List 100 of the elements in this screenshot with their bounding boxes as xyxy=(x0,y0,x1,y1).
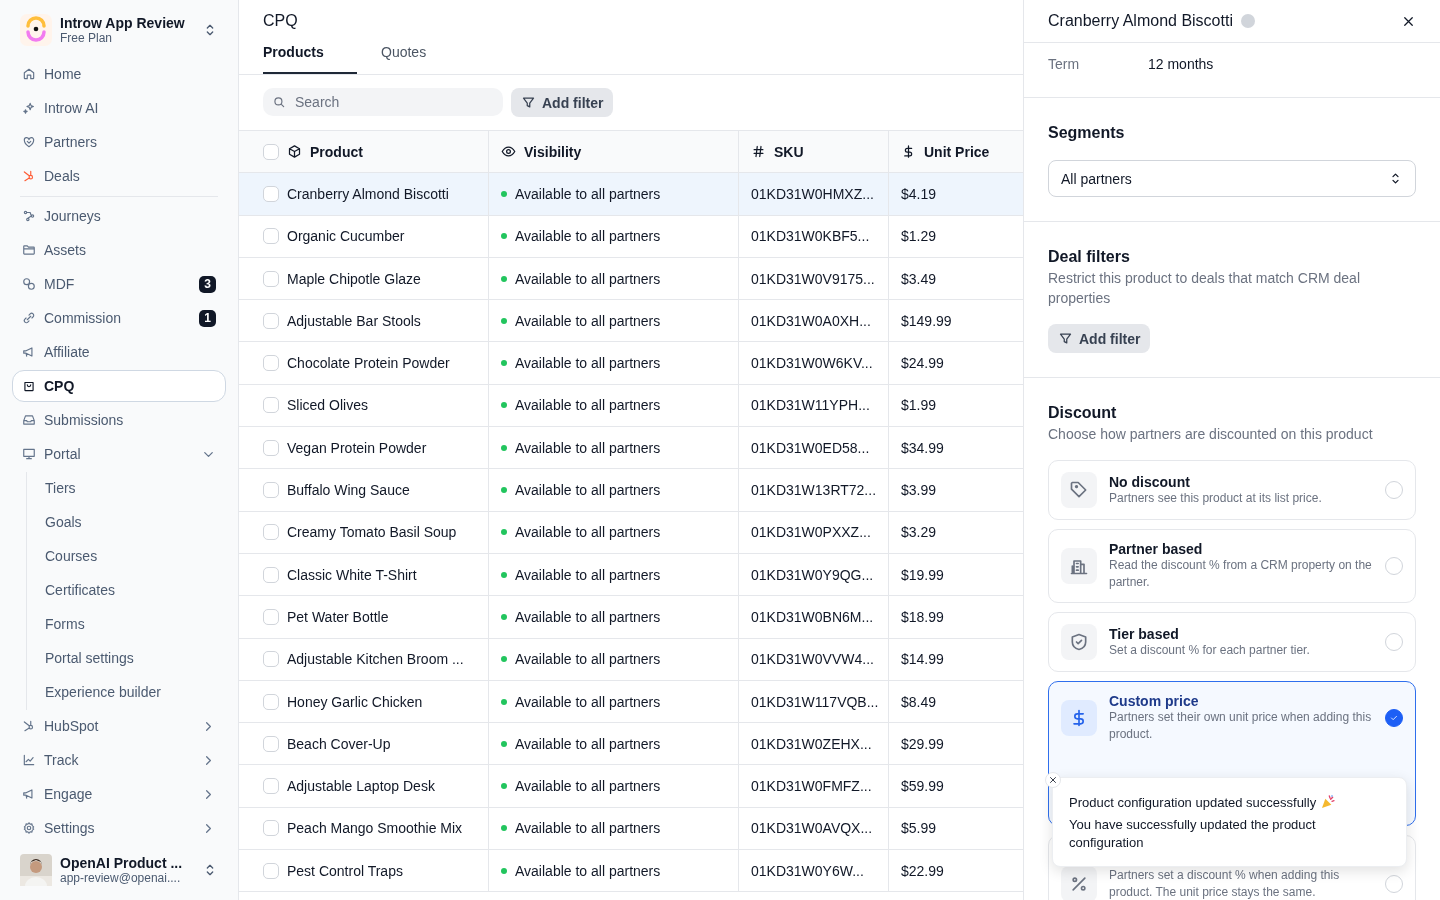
checkbox[interactable] xyxy=(263,228,279,245)
sidebar-item[interactable]: CPQ xyxy=(12,370,226,402)
checkbox[interactable] xyxy=(263,820,279,837)
checkbox[interactable] xyxy=(263,355,279,372)
checkbox[interactable] xyxy=(263,524,279,541)
tab[interactable]: Products xyxy=(263,44,357,74)
table-row[interactable]: Creamy Tomato Basil Soup Available to all partners 01KD31W0PXXZ... $3.29 xyxy=(239,511,1023,554)
checkbox[interactable] xyxy=(263,185,279,202)
sidebar-item[interactable]: MDF 3 xyxy=(12,268,226,300)
checkbox[interactable] xyxy=(263,312,279,329)
close-button[interactable] xyxy=(1045,772,1061,788)
sidebar-item[interactable]: Commission 1 xyxy=(12,302,226,334)
checkbox[interactable] xyxy=(263,735,279,752)
table-row[interactable]: Honey Garlic Chicken Available to all partners 01KD31W117VQB... $8.49 xyxy=(239,680,1023,724)
option-description: Partners set their own unit price when adding this product. xyxy=(1109,709,1373,743)
sku-text: 01KD31W13RT72... xyxy=(751,482,877,498)
sidebar-item[interactable]: Partners xyxy=(12,126,226,158)
table-row[interactable]: Beach Cover-Up Available to all partners 01KD31W0ZEHX... $29.99 xyxy=(239,723,1023,766)
coins-icon xyxy=(22,277,36,291)
sidebar-item[interactable]: Submissions xyxy=(12,404,226,436)
table-row[interactable]: Adjustable Laptop Desk Available to all partners 01KD31W0FMFZ... $59.99 xyxy=(239,765,1023,808)
sidebar-item[interactable]: Settings xyxy=(12,812,226,844)
sidebar-item[interactable]: Portal xyxy=(12,438,226,470)
table-row[interactable]: Classic White T-Shirt Available to all partners 01KD31W0Y9QG... $19.99 xyxy=(239,553,1023,597)
sidebar-item[interactable]: Courses xyxy=(31,540,226,572)
status-dot xyxy=(501,190,507,197)
price-text: $18.99 xyxy=(901,608,944,625)
logo-icon xyxy=(20,14,52,46)
product-name: Pet Water Bottle xyxy=(287,608,389,625)
checkbox[interactable] xyxy=(263,651,279,668)
checkbox[interactable] xyxy=(263,439,279,456)
checkbox[interactable] xyxy=(263,778,279,795)
sku-text: 01KD31W0KBF5... xyxy=(751,228,870,245)
tab[interactable]: Quotes xyxy=(381,44,451,74)
sku-text: 01KD31W0Y6W... xyxy=(751,862,864,879)
sidebar-item[interactable]: Certificates xyxy=(31,574,226,606)
sidebar-item[interactable]: Engage xyxy=(12,778,226,810)
sidebar-item-label: Journeys xyxy=(44,208,102,224)
table-row[interactable]: Pest Control Traps Available to all partners 01KD31W0Y6W... $22.99 xyxy=(239,850,1023,893)
price-text: $1.99 xyxy=(901,397,937,414)
checkbox[interactable] xyxy=(263,397,279,414)
product-name: Vegan Protein Powder xyxy=(287,439,427,456)
column-label: Product xyxy=(310,143,363,160)
sidebar-item[interactable]: Introw AI xyxy=(12,92,226,124)
table-row[interactable]: Organic Cucumber Available to all partners 01KD31W0KBF5... $1.29 xyxy=(239,215,1023,258)
table-row[interactable]: Vegan Protein Powder Available to all partners 01KD31W0ED58... $34.99 xyxy=(239,427,1023,470)
checkbox[interactable] xyxy=(263,270,279,287)
checkbox[interactable] xyxy=(263,143,279,160)
status-dot xyxy=(501,487,507,493)
discount-option[interactable]: No discount Partners see this product at its list price. xyxy=(1048,460,1416,520)
table-row[interactable]: Adjustable Bar Stools Available to all partners 01KD31W0A0XH... $149.99 xyxy=(239,300,1023,343)
status-dot xyxy=(501,360,507,367)
visibility-text: Available to all partners xyxy=(515,312,661,329)
sidebar-item[interactable]: Experience builder xyxy=(31,676,226,708)
sidebar-item-label: Settings xyxy=(44,820,96,836)
discount-option[interactable]: Tier based Set a discount % for each partner tier. xyxy=(1048,612,1416,672)
table-row[interactable]: Pet Water Bottle Available to all partners 01KD31W0BN6M... $18.99 xyxy=(239,596,1023,639)
checkbox[interactable] xyxy=(263,608,279,625)
table-row[interactable]: Adjustable Kitchen Broom ... Available to all partners 01KD31W0VVW4... $14.99 xyxy=(239,638,1023,681)
sidebar-item[interactable]: Affiliate xyxy=(12,336,226,368)
workspace-name: Introw App Review xyxy=(60,15,186,31)
status-dot xyxy=(501,698,507,705)
table-row[interactable]: Sliced Olives Available to all partners 01KD31W11YPH... $1.99 xyxy=(239,384,1023,428)
sidebar-item[interactable]: Portal settings xyxy=(31,642,226,674)
sidebar-item-label: Courses xyxy=(45,548,99,564)
sidebar-item-label: Track xyxy=(44,752,80,768)
option-title: No discount xyxy=(1109,473,1191,490)
sidebar-item[interactable]: Track xyxy=(12,744,226,776)
toast-title: Product configuration updated successfully xyxy=(1069,794,1317,810)
discount-option[interactable]: Partner based Read the discount % from a CRM property on the partner. xyxy=(1048,529,1416,603)
table-row[interactable]: Cranberry Almond Biscotti Available to all partners 01KD31W0HMXZ... $4.19 xyxy=(239,173,1023,216)
sidebar-item[interactable]: Journeys xyxy=(12,200,226,232)
checkbox[interactable] xyxy=(263,566,279,583)
segments-select[interactable]: All partners xyxy=(1048,160,1416,197)
product-name: Creamy Tomato Basil Soup xyxy=(287,524,457,541)
sidebar-item[interactable]: Assets xyxy=(12,234,226,266)
table-row[interactable]: Peach Mango Smoothie Mix Available to all partners 01KD31W0AVQX... $5.99 xyxy=(239,807,1023,851)
table-row[interactable]: Chocolate Protein Powder Available to all partners 01KD31W0W6KV... $24.99 xyxy=(239,342,1023,385)
sidebar-item[interactable]: HubSpot xyxy=(12,710,226,742)
column-label: Unit Price xyxy=(924,143,990,160)
sidebar-item[interactable]: Tiers xyxy=(31,472,226,504)
sidebar-item[interactable]: Home xyxy=(12,58,226,90)
table-row[interactable]: Maple Chipotle Glaze Available to all partners 01KD31W0V9175... $3.49 xyxy=(239,257,1023,301)
sidebar-item[interactable]: Deals xyxy=(12,160,226,192)
add-filter-button[interactable]: Add filter xyxy=(1048,324,1151,353)
sidebar-item-label: Partners xyxy=(44,134,98,150)
sidebar-item[interactable]: Forms xyxy=(31,608,226,640)
search-field[interactable]: Search xyxy=(263,88,503,116)
checkbox[interactable] xyxy=(263,693,279,710)
sidebar-item-label: Tiers xyxy=(45,480,77,496)
table-row[interactable]: Buffalo Wing Sauce Available to all partners 01KD31W13RT72... $3.99 xyxy=(239,469,1023,512)
checkbox[interactable] xyxy=(263,862,279,879)
section-description: Choose how partners are discounted on this product xyxy=(1048,425,1374,444)
add-filter-button[interactable]: Add filter xyxy=(511,88,614,117)
price-text: $3.99 xyxy=(901,482,937,498)
sidebar-item[interactable]: Goals xyxy=(31,506,226,538)
product-name: Beach Cover-Up xyxy=(287,735,391,752)
checkbox[interactable] xyxy=(263,482,279,498)
option-title: Tier based xyxy=(1109,625,1180,642)
radio-button[interactable] xyxy=(1385,709,1403,727)
